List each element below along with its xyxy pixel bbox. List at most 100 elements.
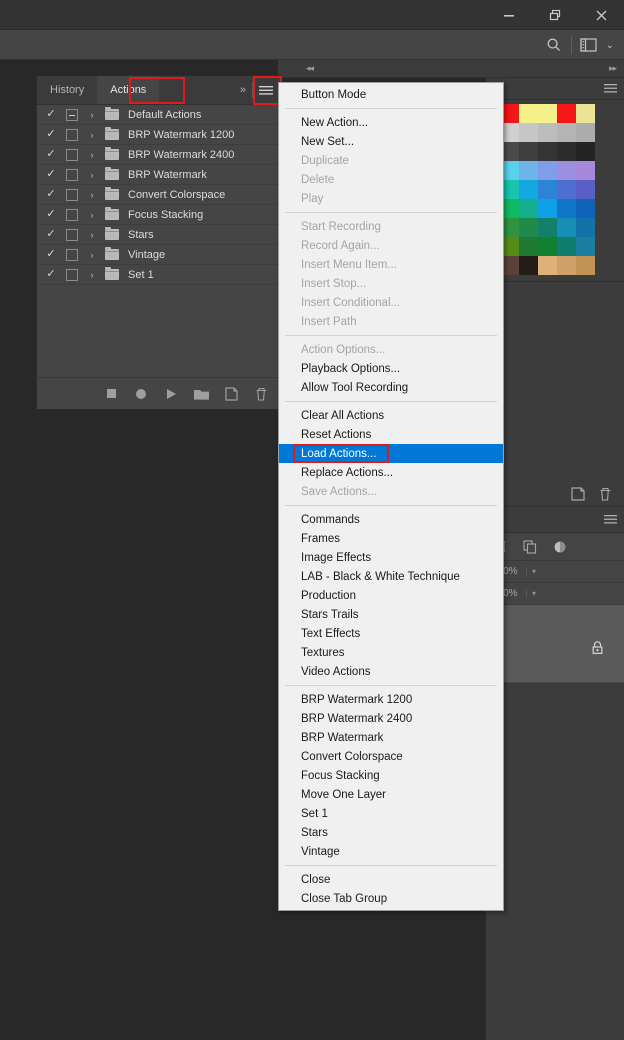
collapse-left-icon[interactable]: ◂◂ — [306, 63, 314, 74]
modal-toggle[interactable] — [61, 268, 83, 281]
color-swatch[interactable] — [538, 123, 557, 142]
color-swatch[interactable] — [538, 142, 557, 161]
color-swatch[interactable] — [519, 237, 538, 256]
new-layer-icon[interactable] — [571, 486, 585, 501]
action-set-row[interactable]: ✓ › Default Actions — [37, 105, 280, 125]
modal-toggle[interactable] — [61, 168, 83, 181]
expand-arrow-icon[interactable]: › — [83, 210, 101, 220]
color-swatch[interactable] — [576, 237, 595, 256]
menu-item[interactable]: New Set... — [279, 132, 503, 151]
action-enabled-checkmark[interactable]: ✓ — [41, 169, 61, 180]
menu-item[interactable]: Vintage — [279, 842, 503, 861]
menu-item[interactable]: New Action... — [279, 113, 503, 132]
new-set-button[interactable] — [192, 385, 210, 403]
search-icon[interactable] — [539, 30, 569, 60]
color-swatch[interactable] — [576, 161, 595, 180]
tab-history[interactable]: History — [37, 76, 97, 104]
color-swatch[interactable] — [557, 161, 576, 180]
color-swatch[interactable] — [519, 256, 538, 275]
action-enabled-checkmark[interactable]: ✓ — [41, 269, 61, 280]
color-swatch[interactable] — [519, 199, 538, 218]
menu-item[interactable]: Clear All Actions — [279, 406, 503, 425]
expand-arrow-icon[interactable]: › — [83, 130, 101, 140]
color-swatch[interactable] — [557, 142, 576, 161]
stop-button[interactable] — [102, 385, 120, 403]
hamburger-menu-icon[interactable] — [604, 83, 617, 94]
actions-list[interactable]: ✓ › Default Actions ✓ › BRP Watermark 1200 ✓ › B… — [37, 105, 280, 377]
color-swatch[interactable] — [538, 199, 557, 218]
close-button[interactable] — [578, 0, 624, 30]
action-set-row[interactable]: ✓ › BRP Watermark 1200 — [37, 125, 280, 145]
menu-item[interactable]: Load Actions... — [279, 444, 503, 463]
action-set-row[interactable]: ✓ › Convert Colorspace — [37, 185, 280, 205]
layer-row-background[interactable] — [486, 605, 624, 683]
hamburger-menu-icon[interactable] — [604, 514, 617, 525]
action-set-row[interactable]: ✓ › Set 1 — [37, 265, 280, 285]
action-set-row[interactable]: ✓ › Vintage — [37, 245, 280, 265]
menu-item[interactable]: Stars Trails — [279, 605, 503, 624]
panel-flyout-menu[interactable]: Button Mode New Action... New Set... Duplic… — [278, 82, 504, 911]
color-swatch[interactable] — [557, 256, 576, 275]
action-set-row[interactable]: ✓ › Focus Stacking — [37, 205, 280, 225]
menu-item[interactable]: Text Effects — [279, 624, 503, 643]
adjustment-icon[interactable] — [553, 540, 567, 554]
menu-item[interactable]: Stars — [279, 823, 503, 842]
color-swatch[interactable] — [538, 218, 557, 237]
color-swatch[interactable] — [557, 123, 576, 142]
opacity-row[interactable]: 100% ▾ — [486, 561, 624, 583]
workspace-chevron-down-icon[interactable]: ⌄ — [606, 40, 620, 51]
modal-toggle[interactable] — [61, 148, 83, 161]
menu-item[interactable]: Convert Colorspace — [279, 747, 503, 766]
overflow-tabs-icon[interactable]: » — [233, 84, 252, 96]
menu-item[interactable]: Button Mode — [279, 85, 503, 104]
color-swatch[interactable] — [519, 180, 538, 199]
action-enabled-checkmark[interactable]: ✓ — [41, 109, 61, 120]
action-enabled-checkmark[interactable]: ✓ — [41, 129, 61, 140]
panel-menu-button[interactable] — [255, 79, 277, 101]
color-swatch[interactable] — [538, 180, 557, 199]
menu-item[interactable]: Allow Tool Recording — [279, 378, 503, 397]
menu-item[interactable]: Production — [279, 586, 503, 605]
color-swatch[interactable] — [557, 104, 576, 123]
menu-item[interactable]: Image Effects — [279, 548, 503, 567]
menu-item[interactable]: Frames — [279, 529, 503, 548]
minimize-button[interactable] — [486, 0, 532, 30]
modal-toggle[interactable] — [61, 108, 83, 121]
color-swatch[interactable] — [576, 142, 595, 161]
menu-item[interactable]: LAB - Black & White Technique — [279, 567, 503, 586]
new-action-button[interactable] — [222, 385, 240, 403]
color-swatch[interactable] — [576, 199, 595, 218]
color-swatch[interactable] — [576, 123, 595, 142]
color-swatch[interactable] — [557, 218, 576, 237]
expand-arrow-icon[interactable]: › — [83, 150, 101, 160]
color-swatch[interactable] — [519, 104, 538, 123]
expand-arrow-icon[interactable]: › — [83, 190, 101, 200]
color-swatch[interactable] — [538, 161, 557, 180]
color-swatch[interactable] — [519, 142, 538, 161]
action-set-row[interactable]: ✓ › BRP Watermark — [37, 165, 280, 185]
color-swatch[interactable] — [538, 256, 557, 275]
menu-item[interactable]: Playback Options... — [279, 359, 503, 378]
expand-arrow-icon[interactable]: › — [83, 230, 101, 240]
delete-layer-icon[interactable] — [599, 487, 612, 501]
menu-item[interactable]: Commands — [279, 510, 503, 529]
expand-arrow-icon[interactable]: › — [83, 110, 101, 120]
collapse-right-icon[interactable]: ▸▸ — [609, 63, 617, 74]
action-enabled-checkmark[interactable]: ✓ — [41, 149, 61, 160]
workspace-icon[interactable] — [574, 30, 604, 60]
color-swatches-grid[interactable] — [486, 100, 624, 281]
action-enabled-checkmark[interactable]: ✓ — [41, 209, 61, 220]
menu-item[interactable]: BRP Watermark — [279, 728, 503, 747]
color-swatch[interactable] — [576, 218, 595, 237]
modal-toggle[interactable] — [61, 188, 83, 201]
expand-arrow-icon[interactable]: › — [83, 170, 101, 180]
modal-toggle[interactable] — [61, 248, 83, 261]
color-swatch[interactable] — [576, 180, 595, 199]
menu-item[interactable]: Textures — [279, 643, 503, 662]
modal-toggle[interactable] — [61, 208, 83, 221]
action-enabled-checkmark[interactable]: ✓ — [41, 189, 61, 200]
modal-toggle[interactable] — [61, 128, 83, 141]
expand-arrow-icon[interactable]: › — [83, 270, 101, 280]
play-button[interactable] — [162, 385, 180, 403]
menu-item[interactable]: BRP Watermark 1200 — [279, 690, 503, 709]
